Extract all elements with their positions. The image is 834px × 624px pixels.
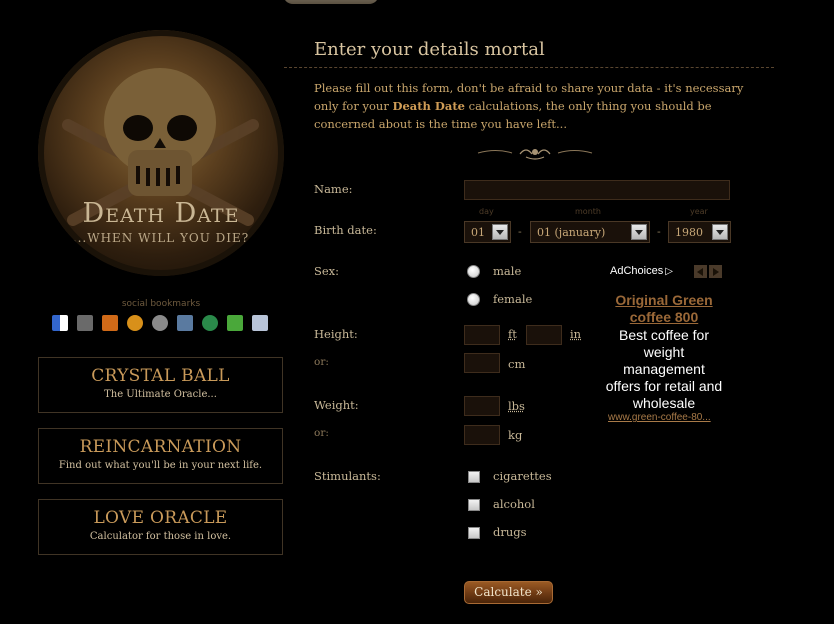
reddit-icon[interactable] [152, 315, 168, 331]
weight-label: Weight: [314, 398, 359, 412]
death-date-logo[interactable]: Death Date ...WHEN WILL YOU DIE? [38, 30, 284, 276]
title-divider [284, 67, 774, 68]
ft-unit: ft [508, 327, 517, 341]
name-label: Name: [314, 182, 353, 196]
female-radio[interactable] [467, 293, 480, 306]
date-separator: - [518, 225, 522, 238]
top-tab[interactable] [283, 0, 379, 4]
ad-body: Best coffee for weight management offers… [605, 327, 723, 411]
death-date-emphasis: Death Date [392, 99, 465, 113]
social-bookmarks [52, 315, 268, 331]
name-input[interactable] [464, 180, 730, 200]
delicious-icon[interactable] [52, 315, 68, 331]
cigarettes-checkbox[interactable] [468, 471, 480, 483]
logo-subtitle: ...WHEN WILL YOU DIE? [72, 231, 250, 245]
day-select[interactable]: 01 [464, 221, 511, 243]
calculate-button[interactable]: Calculate » [464, 581, 553, 604]
page-title: Enter your details mortal [314, 39, 545, 60]
day-hint: day [479, 207, 494, 216]
intro-text: Please fill out this form, don't be afra… [314, 81, 744, 131]
kg-unit: kg [508, 428, 523, 442]
or-label: or: [314, 356, 329, 368]
card-title: LOVE ORACLE [93, 508, 228, 528]
drugs-checkbox[interactable] [468, 527, 480, 539]
ad-next-icon[interactable] [709, 265, 722, 278]
alcohol-checkbox[interactable] [468, 499, 480, 511]
social-bookmarks-label: social bookmarks [121, 299, 201, 309]
year-hint: year [690, 207, 708, 216]
card-subtitle: Find out what you'll be in your next lif… [58, 460, 263, 471]
crystal-ball-link[interactable]: CRYSTAL BALL The Ultimate Oracle... [38, 357, 283, 413]
newsvine-icon[interactable] [177, 315, 193, 331]
ad-url-link[interactable]: www.green-coffee-80... [608, 412, 711, 423]
date-separator: - [657, 225, 661, 238]
mixx-icon[interactable] [127, 315, 143, 331]
male-radio[interactable] [467, 265, 480, 278]
month-select[interactable]: 01 (january) [530, 221, 650, 243]
alcohol-label: alcohol [493, 497, 535, 511]
technorati-icon[interactable] [227, 315, 243, 331]
weight-lbs-input[interactable] [464, 396, 500, 416]
or-label: or: [314, 427, 329, 439]
chevron-down-icon[interactable] [712, 224, 728, 240]
male-label: male [493, 264, 522, 278]
height-in-input[interactable] [526, 325, 562, 345]
birth-date-label: Birth date: [314, 223, 377, 237]
ornament-divider-icon [477, 149, 593, 160]
adchoices-link[interactable]: AdChoices ▷ [610, 265, 673, 277]
sex-label: Sex: [314, 264, 340, 278]
stimulants-label: Stimulants: [314, 469, 381, 483]
card-subtitle: The Ultimate Oracle... [104, 389, 217, 400]
drugs-label: drugs [493, 525, 527, 539]
cigarettes-label: cigarettes [493, 469, 552, 483]
year-select[interactable]: 1980 [668, 221, 731, 243]
chevron-down-icon[interactable] [631, 224, 647, 240]
height-cm-input[interactable] [464, 353, 500, 373]
card-title: REINCARNATION [79, 437, 242, 457]
stumbleupon-icon[interactable] [202, 315, 218, 331]
weight-kg-input[interactable] [464, 425, 500, 445]
adchoices-icon: ▷ [665, 266, 673, 277]
ad-prev-icon[interactable] [694, 265, 707, 278]
reincarnation-link[interactable]: REINCARNATION Find out what you'll be in… [38, 428, 283, 484]
facebook-icon[interactable] [102, 315, 118, 331]
female-label: female [493, 292, 533, 306]
lbs-unit: lbs [508, 399, 525, 413]
google-icon[interactable] [252, 315, 268, 331]
ad-title-link[interactable]: Original Green coffee 800 [604, 292, 724, 326]
height-ft-input[interactable] [464, 325, 500, 345]
in-unit: in [570, 327, 582, 341]
chevron-down-icon[interactable] [492, 224, 508, 240]
cm-unit: cm [508, 357, 526, 371]
month-hint: month [575, 207, 601, 216]
card-subtitle: Calculator for those in love. [89, 531, 232, 542]
logo-title: Death Date [82, 198, 240, 229]
height-label: Height: [314, 327, 358, 341]
digg-icon[interactable] [77, 315, 93, 331]
love-oracle-link[interactable]: LOVE ORACLE Calculator for those in love… [38, 499, 283, 555]
card-title: CRYSTAL BALL [91, 366, 230, 386]
